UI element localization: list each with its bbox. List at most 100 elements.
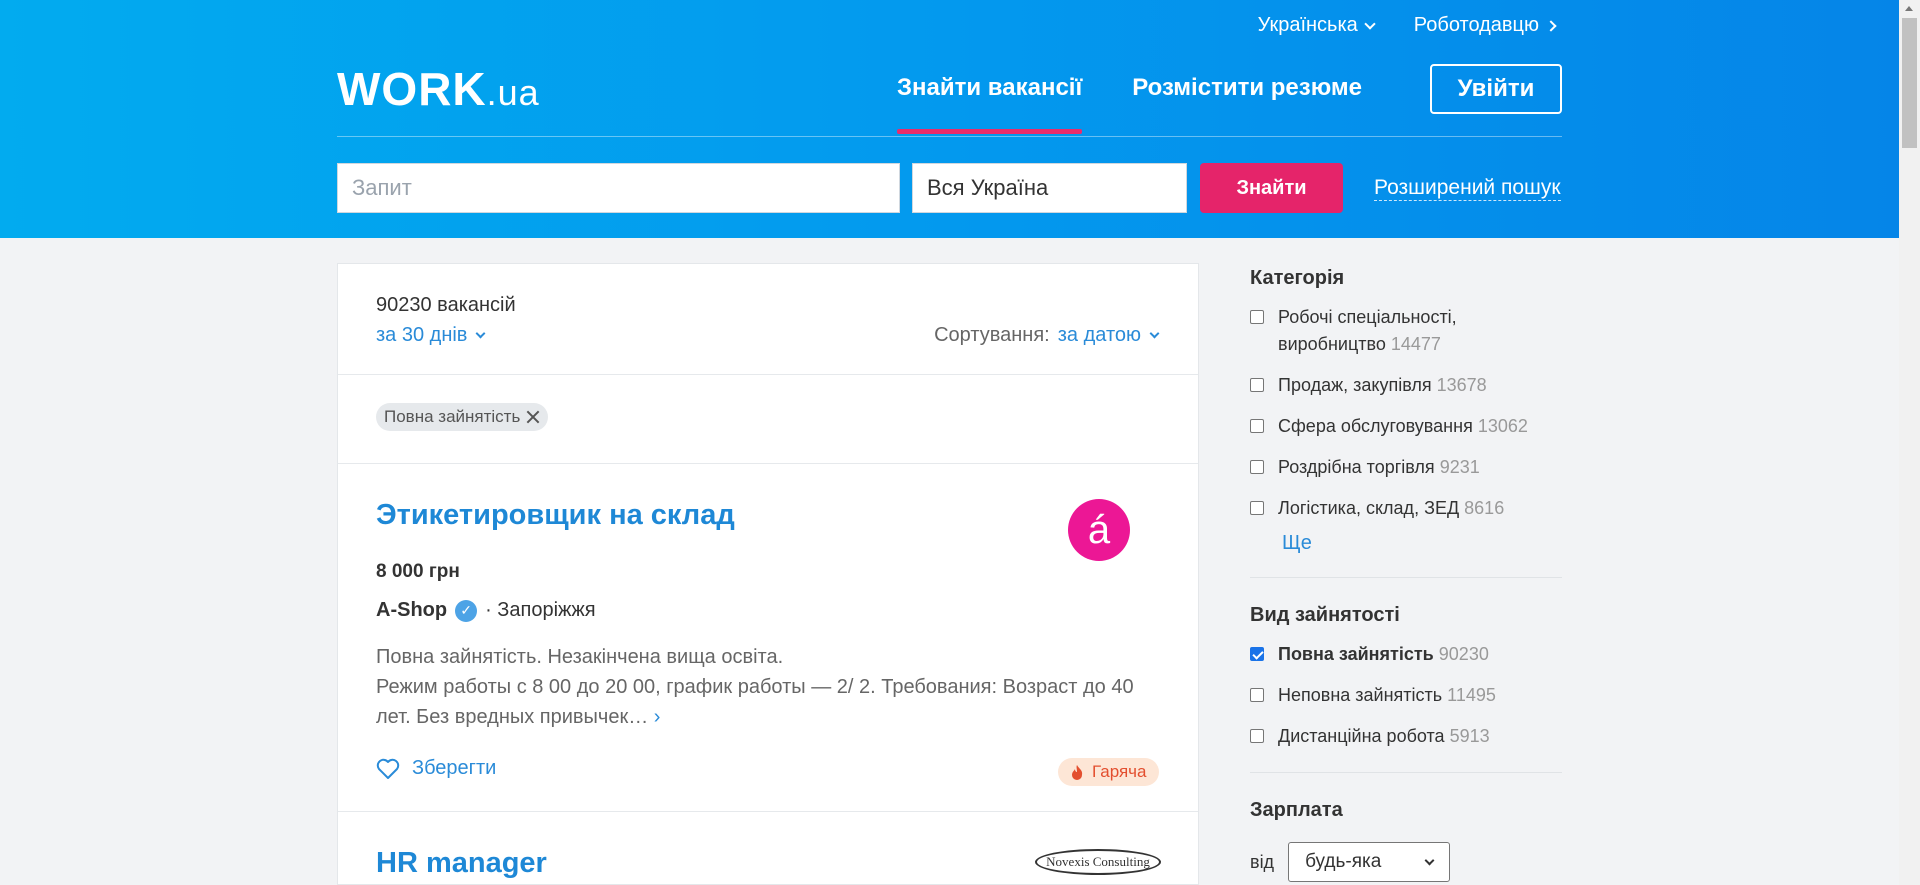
- company-row: A-Shop ✓ · Запоріжжя: [376, 599, 596, 622]
- job-title-link[interactable]: HR manager: [376, 847, 547, 880]
- chevron-right-icon[interactable]: ›: [654, 706, 661, 728]
- city-input[interactable]: Вся Україна: [912, 163, 1187, 213]
- job-city: · Запоріжжя: [485, 599, 596, 621]
- category-title: Категорія: [1250, 267, 1345, 289]
- desc-line: Режим работы с 8 00 до 20 00, график раб…: [376, 672, 1156, 732]
- save-label: Зберегти: [412, 757, 497, 779]
- employer-label: Роботодавцю: [1413, 14, 1539, 36]
- chevron-right-icon: [1545, 19, 1557, 32]
- chevron-down-icon: [475, 328, 486, 339]
- chevron-down-icon: [1364, 17, 1376, 30]
- company-logo[interactable]: Novexis Consulting: [1035, 849, 1161, 875]
- option-label: Дистанційна робота: [1278, 726, 1445, 746]
- close-icon[interactable]: [526, 410, 540, 424]
- salary-title: Зарплата: [1250, 799, 1343, 821]
- desc-line: Повна зайнятість. Незакінчена вища освіт…: [376, 646, 784, 668]
- employment-option[interactable]: Повна зайнятість 90230: [1250, 641, 1562, 668]
- chevron-down-icon: [1424, 855, 1435, 865]
- heart-icon: [376, 758, 400, 779]
- verified-icon: ✓: [455, 599, 478, 622]
- checkbox[interactable]: [1250, 688, 1264, 702]
- search-input[interactable]: Запит: [337, 163, 900, 213]
- salary-select-value: будь-яка: [1305, 851, 1382, 872]
- fire-icon: [1072, 765, 1083, 780]
- salary-filter: від будь-яка: [1250, 842, 1562, 882]
- option-label: Продаж, закупівля: [1278, 375, 1432, 395]
- main-nav: Знайти вакансії Розмістити резюме: [897, 74, 1362, 134]
- scroll-thumb[interactable]: [1902, 18, 1917, 148]
- sort-label: Сортування:: [934, 324, 1050, 346]
- category-option[interactable]: Логістика, склад, ЗЕД 8616: [1250, 495, 1562, 522]
- option-label: Повна зайнятість: [1278, 644, 1434, 664]
- option-count: 13678: [1436, 375, 1487, 395]
- option-text: Роздрібна торгівля 9231: [1278, 454, 1480, 481]
- language-label: Українська: [1257, 14, 1358, 36]
- checkbox[interactable]: [1250, 310, 1264, 324]
- more-categories-link[interactable]: Ще: [1282, 532, 1562, 555]
- option-text: Сфера обслуговування 13062: [1278, 413, 1528, 440]
- checkbox[interactable]: [1250, 501, 1264, 515]
- employment-option[interactable]: Неповна зайнятість 11495: [1250, 682, 1562, 709]
- option-count: 11495: [1447, 685, 1496, 705]
- divider: [1250, 772, 1562, 773]
- job-salary: 8 000 грн: [376, 561, 460, 582]
- checkbox[interactable]: [1250, 460, 1264, 474]
- results-count: 90230 вакансій: [376, 294, 516, 316]
- language-selector[interactable]: Українська: [1257, 14, 1376, 37]
- option-label: Сфера обслуговування: [1278, 416, 1473, 436]
- checkbox[interactable]: [1250, 419, 1264, 433]
- category-option[interactable]: Продаж, закупівля 13678: [1250, 372, 1562, 399]
- site-header: Українська Роботодавцю WORK.ua Знайти ва…: [0, 0, 1899, 238]
- job-description: Повна зайнятість. Незакінчена вища освіт…: [376, 642, 1156, 732]
- sort-selector[interactable]: за датою: [1058, 324, 1160, 347]
- option-text: Робочі спеціальності, виробництво 14477: [1278, 304, 1562, 358]
- salary-from-label: від: [1250, 851, 1275, 872]
- advanced-search-link[interactable]: Розширений пошук: [1374, 176, 1561, 201]
- period-selector[interactable]: за 30 днів: [376, 324, 486, 347]
- employment-title: Вид зайнятості: [1250, 604, 1400, 626]
- filters-sidebar: Категорія Робочі спеціальності, виробниц…: [1250, 263, 1562, 882]
- checkbox[interactable]: [1250, 729, 1264, 743]
- checkbox-checked[interactable]: [1250, 647, 1264, 661]
- nav-find-jobs[interactable]: Знайти вакансії: [897, 74, 1083, 134]
- option-text: Неповна зайнятість 11495: [1278, 682, 1496, 709]
- option-count: 13062: [1477, 416, 1528, 436]
- category-option[interactable]: Робочі спеціальності, виробництво 14477: [1250, 304, 1562, 358]
- company-logo[interactable]: á: [1068, 499, 1130, 561]
- scrollbar[interactable]: [1899, 0, 1920, 885]
- site-logo[interactable]: WORK.ua: [337, 62, 540, 116]
- login-button[interactable]: Увійти: [1430, 64, 1562, 114]
- save-button[interactable]: Зберегти: [376, 757, 496, 780]
- option-count: 8616: [1464, 498, 1505, 518]
- badge-label: Гаряча: [1092, 762, 1147, 781]
- active-filter-tag[interactable]: Повна зайнятість: [376, 403, 549, 431]
- period-label: за 30 днів: [376, 324, 468, 346]
- scroll-up-icon[interactable]: [1905, 6, 1913, 11]
- employer-link[interactable]: Роботодавцю: [1413, 14, 1557, 37]
- top-links: Українська Роботодавцю: [1257, 14, 1557, 37]
- job-title-link[interactable]: Этикетировщик на склад: [376, 499, 735, 532]
- divider: [1250, 577, 1562, 578]
- category-option[interactable]: Роздрібна торгівля 9231: [1250, 454, 1562, 481]
- option-label: Логістика, склад, ЗЕД: [1278, 498, 1460, 518]
- sort-control: Сортування: за датою: [934, 324, 1160, 347]
- category-option[interactable]: Сфера обслуговування 13062: [1250, 413, 1562, 440]
- option-count: 5913: [1449, 726, 1490, 746]
- header-divider: [337, 136, 1562, 137]
- option-text: Логістика, склад, ЗЕД 8616: [1278, 495, 1504, 522]
- divider: [338, 374, 1198, 375]
- employment-option[interactable]: Дистанційна робота 5913: [1250, 723, 1562, 750]
- logo-suffix: .ua: [486, 72, 540, 113]
- option-text: Повна зайнятість 90230: [1278, 641, 1489, 668]
- divider: [338, 811, 1198, 812]
- salary-select[interactable]: будь-яка: [1288, 842, 1451, 882]
- option-count: 90230: [1438, 644, 1489, 664]
- nav-post-resume[interactable]: Розмістити резюме: [1132, 74, 1362, 102]
- company-name[interactable]: A-Shop: [376, 599, 447, 622]
- results-card: 90230 вакансій за 30 днів Сортування: за…: [337, 263, 1199, 885]
- divider: [338, 463, 1198, 464]
- checkbox[interactable]: [1250, 378, 1264, 392]
- filter-tag-label: Повна зайнятість: [384, 407, 521, 426]
- find-button[interactable]: Знайти: [1200, 163, 1343, 213]
- option-text: Дистанційна робота 5913: [1278, 723, 1490, 750]
